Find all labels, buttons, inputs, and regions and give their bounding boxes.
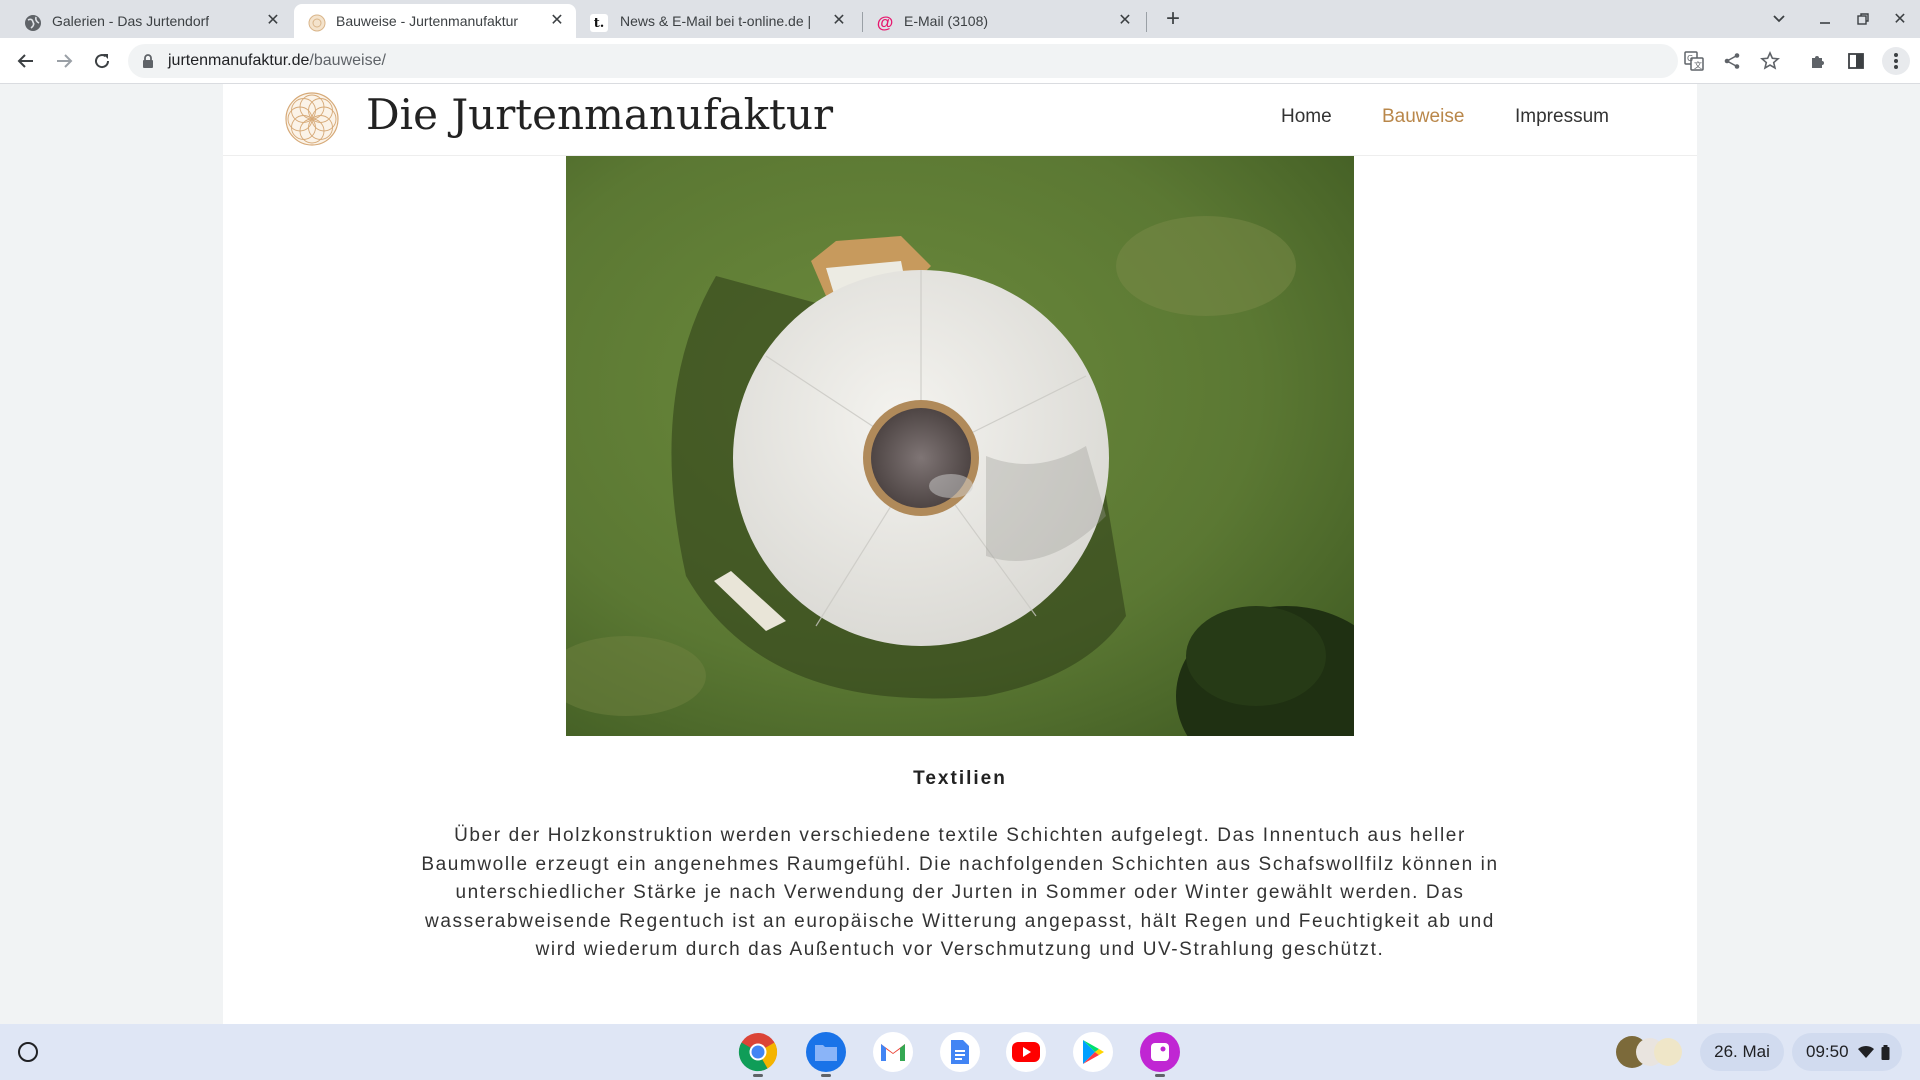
nav-home[interactable]: Home: [1281, 106, 1332, 128]
tab-title: Bauweise - Jurtenmanufaktur: [336, 13, 519, 29]
share-icon[interactable]: [1720, 49, 1744, 73]
files-icon[interactable]: [806, 1032, 846, 1072]
play-store-icon[interactable]: [1073, 1032, 1113, 1072]
wifi-icon: [1857, 1045, 1875, 1059]
section-paragraph: Über der Holzkonstruktion werden verschi…: [421, 825, 1499, 960]
running-indicator: [1155, 1074, 1165, 1077]
url-text[interactable]: jurtenmanufaktur.de/bauweise/: [168, 52, 386, 70]
chrome-icon[interactable]: [738, 1032, 778, 1072]
close-icon[interactable]: ✕: [548, 11, 566, 29]
tab-separator: [862, 12, 863, 32]
tab-separator: [1146, 12, 1147, 32]
gmail-icon[interactable]: [873, 1032, 913, 1072]
nav-impressum[interactable]: Impressum: [1515, 106, 1609, 128]
tab-title: News & E-Mail bei t-online.de | Pc: [620, 13, 816, 29]
close-icon[interactable]: ✕: [1116, 11, 1134, 29]
running-indicator: [753, 1074, 763, 1077]
date-text: 26. Mai: [1714, 1042, 1770, 1061]
youtube-icon[interactable]: [1006, 1032, 1046, 1072]
globe-icon: [24, 14, 42, 32]
launcher-icon[interactable]: [18, 1042, 38, 1062]
clock-text: 09:50: [1806, 1042, 1849, 1061]
bookmark-star-icon[interactable]: [1758, 49, 1782, 73]
battery-icon: [1881, 1044, 1890, 1060]
status-tray[interactable]: 09:50: [1792, 1033, 1902, 1071]
tab-bauweise[interactable]: Bauweise - Jurtenmanufaktur ✕: [294, 4, 576, 38]
svg-text:G: G: [1687, 54, 1693, 63]
tab-email[interactable]: @ E-Mail (3108) ✕: [864, 4, 1144, 38]
extensions-icon[interactable]: [1806, 49, 1830, 73]
site-header: Die Jurtenmanufaktur Home Bauweise Impre…: [223, 84, 1697, 156]
tab-search-icon[interactable]: [1768, 8, 1790, 30]
section-heading: Textilien: [913, 768, 1007, 789]
close-window-icon[interactable]: ✕: [1889, 8, 1911, 30]
os-shelf: 26. Mai 09:50: [0, 1024, 1920, 1080]
tab-galerien[interactable]: Galerien - Das Jurtendorf ✕: [0, 4, 292, 38]
close-icon[interactable]: ✕: [264, 11, 282, 29]
page-content: Die Jurtenmanufaktur Home Bauweise Impre…: [223, 84, 1697, 1024]
browser-toolbar: jurtenmanufaktur.de/bauweise/ G文: [0, 38, 1920, 84]
reload-icon[interactable]: [88, 47, 116, 75]
minimize-icon[interactable]: [1814, 8, 1836, 30]
nav-bauweise[interactable]: Bauweise: [1382, 106, 1464, 128]
restore-icon[interactable]: [1852, 8, 1874, 30]
tab-strip: Galerien - Das Jurtendorf ✕ Bauweise - J…: [0, 0, 1920, 38]
tab-title: E-Mail (3108): [904, 13, 989, 29]
back-icon[interactable]: [12, 47, 40, 75]
forward-icon[interactable]: [50, 47, 78, 75]
tab-t-online[interactable]: t. News & E-Mail bei t-online.de | Pc ✕: [578, 4, 858, 38]
tab-title: Galerien - Das Jurtendorf: [52, 13, 210, 29]
at-sign-icon: @: [876, 13, 894, 32]
menu-icon[interactable]: [1882, 47, 1910, 75]
new-tab-button[interactable]: +: [1160, 5, 1186, 32]
close-icon[interactable]: ✕: [830, 11, 848, 29]
site-title[interactable]: Die Jurtenmanufaktur: [366, 90, 833, 139]
running-indicator: [821, 1074, 831, 1077]
mandala-icon: [308, 14, 326, 32]
translate-icon[interactable]: G文: [1682, 49, 1706, 73]
page-viewport: Die Jurtenmanufaktur Home Bauweise Impre…: [0, 84, 1920, 1024]
svg-text:文: 文: [1694, 60, 1702, 70]
lock-icon[interactable]: [142, 54, 154, 68]
t-online-icon: t.: [590, 14, 608, 32]
date-button[interactable]: 26. Mai: [1700, 1033, 1784, 1071]
hero-image: [566, 156, 1354, 736]
docs-icon[interactable]: [940, 1032, 980, 1072]
tray-thumbnails[interactable]: [1610, 1033, 1688, 1071]
mandala-logo-icon[interactable]: [285, 92, 339, 146]
side-panel-icon[interactable]: [1844, 49, 1868, 73]
gallery-icon[interactable]: [1140, 1032, 1180, 1072]
address-bar[interactable]: jurtenmanufaktur.de/bauweise/: [128, 44, 1678, 78]
